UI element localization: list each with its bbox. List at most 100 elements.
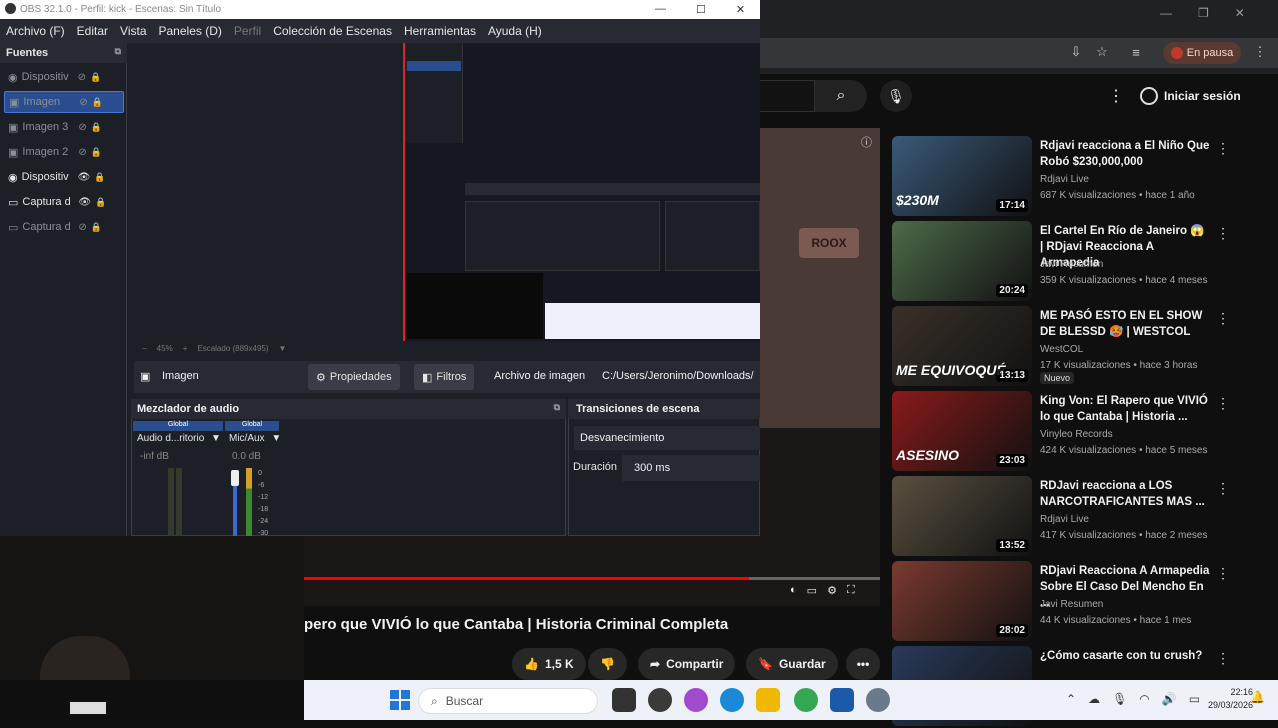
mixer-undock-icon[interactable]: ⧉ [554,402,560,413]
properties-button[interactable]: ⚙ Propiedades [308,364,400,390]
channel-2-volume-slider[interactable] [231,470,239,486]
voice-search-button[interactable]: 🎙 [880,80,912,112]
video-more-icon[interactable]: ⋮ [1216,480,1230,497]
settings-taskbar-icon[interactable] [866,688,890,712]
fullscreen-icon[interactable]: ⛶ [847,584,855,597]
obs-close-icon[interactable]: ✕ [736,3,745,16]
video-more-icon[interactable]: ⋮ [1216,650,1230,667]
recommended-video[interactable]: 13:52 RDJavi reacciona a LOS NARCOTRAFICA… [892,476,1252,558]
channel-name[interactable]: Rdjavi Live [1040,174,1089,185]
video-thumbnail[interactable]: 20:24 [892,221,1032,301]
obs-menu-item[interactable]: Archivo (F) [0,24,71,38]
like-button[interactable]: 👍 1,5 K [512,648,586,680]
more-actions-button[interactable]: ••• [846,648,880,680]
duration-input[interactable]: 300 ms [622,455,760,481]
video-progress-bar[interactable] [304,577,749,580]
lock-icon[interactable]: 🔒 [90,72,101,83]
obs-menu-item[interactable]: Perfil [228,24,267,38]
obs-taskbar-icon[interactable] [648,688,672,712]
obs-minimize-icon[interactable]: — [655,3,666,16]
settings-icon[interactable]: ⚙ [827,584,837,597]
profile-paused-button[interactable]: En pausa [1163,42,1241,64]
video-thumbnail[interactable]: 28:02 [892,561,1032,641]
eye-hidden-icon[interactable]: ⊘ [78,72,86,83]
video-title[interactable]: Rdjavi reacciona a El Niño Que Robó $230… [1040,138,1210,170]
source-item[interactable]: ▣ Imagen 3 ⊘ 🔒 [4,116,124,138]
notification-icon[interactable]: 🔔 [1250,690,1265,704]
video-thumbnail[interactable]: ME EQUIVOQUÉ 13:13 [892,306,1032,386]
task-view-icon[interactable] [612,688,636,712]
eye-hidden-icon[interactable]: ⊘ [78,147,86,158]
clock[interactable]: 22:16 29/03/2026 [1208,686,1253,712]
transition-select[interactable]: Desvanecimiento [574,426,760,450]
media-list-icon[interactable]: ≡ [1126,42,1146,62]
share-button[interactable]: ➦ Compartir [638,648,736,680]
video-thumbnail[interactable]: 13:52 [892,476,1032,556]
wifi-icon[interactable]: ◠ [1139,692,1149,706]
browser-menu-icon[interactable]: ⋮ [1250,42,1270,62]
filters-button[interactable]: ◧ Filtros [414,364,475,390]
source-item[interactable]: ▣ Imagen ⊘ 🔒 [4,91,124,113]
channel-1-dropdown-icon[interactable]: ▼ [211,433,221,444]
restore-icon[interactable]: ❐ [1198,6,1209,20]
settings-more-icon[interactable]: ⋮ [1108,86,1124,106]
recommended-video[interactable]: ME EQUIVOQUÉ 13:13 ME PASÓ ESTO EN EL SHOW… [892,306,1252,388]
recommended-video[interactable]: 20:24 El Cartel En Río de Janeiro 😱 | RDj… [892,221,1252,303]
lock-icon[interactable]: 🔒 [94,172,105,183]
video-title[interactable]: ¿Cómo casarte con tu crush? [1040,648,1210,664]
volume-icon[interactable]: 🔊 [1162,692,1177,706]
source-item[interactable]: ▭ Captura d 👁 🔒 [4,191,124,213]
chrome-icon[interactable] [794,688,818,712]
store-icon[interactable] [830,688,854,712]
tray-overflow-icon[interactable]: ⌃ [1066,692,1076,706]
obs-menu-item[interactable]: Colección de Escenas [267,24,398,38]
source-item[interactable]: ◉ Dispositiv 👁 🔒 [4,166,124,188]
subtitles-icon[interactable]: ▭ [807,584,817,597]
recommended-video[interactable]: 28:02 RDjavi Reacciona A Armapedia Sobre … [892,561,1252,643]
video-thumbnail[interactable]: $230M 17:14 [892,136,1032,216]
channel-name[interactable]: Javi Resumen [1040,259,1103,270]
lock-icon[interactable]: 🔒 [91,147,102,158]
source-item[interactable]: ▣ Imagen 2 ⊘ 🔒 [4,141,124,163]
channel-2-dropdown-icon[interactable]: ▼ [271,433,281,444]
autoplay-toggle-icon[interactable]: ◐ [790,584,797,597]
search-button[interactable]: ⌕ [815,80,867,112]
battery-icon[interactable]: ▭ [1189,692,1200,706]
lock-icon[interactable]: 🔒 [95,197,106,208]
zoom-in-icon[interactable]: + [183,344,188,353]
zoom-out-icon[interactable]: − [142,344,147,353]
taskbar-search[interactable]: ⌕ Buscar [418,688,598,714]
lock-icon[interactable]: 🔒 [92,97,103,108]
source-item[interactable]: ▭ Captura d ⊘ 🔒 [4,216,124,238]
lock-icon[interactable]: 🔒 [91,222,102,233]
recommended-video[interactable]: ASESINO 23:03 King Von: El Rapero que VIVI… [892,391,1252,473]
mic-tray-icon[interactable]: 🎙 [1112,692,1127,706]
save-button[interactable]: 🔖 Guardar [746,648,838,680]
obs-menu-item[interactable]: Editar [71,24,114,38]
onedrive-icon[interactable]: ☁ [1088,692,1100,706]
obs-maximize-icon[interactable]: ☐ [696,3,706,16]
video-more-icon[interactable]: ⋮ [1216,225,1230,242]
video-more-icon[interactable]: ⋮ [1216,395,1230,412]
eye-hidden-icon[interactable]: ⊘ [79,97,87,108]
edge-icon[interactable] [720,688,744,712]
eye-icon[interactable]: 👁 [78,197,91,208]
video-title[interactable]: ME PASÓ ESTO EN EL SHOW DE BLESSD 🥵 | WE… [1040,308,1210,340]
video-more-icon[interactable]: ⋮ [1216,310,1230,327]
undock-icon[interactable]: ⧉ [115,46,121,57]
obs-menu-item[interactable]: Paneles (D) [153,24,228,38]
dislike-button[interactable]: 👎 [588,648,627,680]
minimize-icon[interactable]: — [1160,6,1172,20]
obs-menu-item[interactable]: Herramientas [398,24,482,38]
sign-in-button[interactable]: Iniciar sesión [1140,84,1241,108]
source-item[interactable]: ◉ Dispositiv ⊘ 🔒 [4,66,124,88]
lock-icon[interactable]: 🔒 [91,122,102,133]
close-icon[interactable]: ✕ [1235,6,1245,20]
scale-dropdown-icon[interactable]: ▼ [279,344,287,353]
eye-hidden-icon[interactable]: ⊘ [78,122,86,133]
install-icon[interactable]: ⇩ [1066,42,1086,62]
eye-icon[interactable]: 👁 [78,172,91,183]
recommended-video[interactable]: $230M 17:14 Rdjavi reacciona a El Niño Que… [892,136,1252,218]
file-explorer-icon[interactable] [756,688,780,712]
channel-name[interactable]: Rdjavi Live [1040,514,1089,525]
